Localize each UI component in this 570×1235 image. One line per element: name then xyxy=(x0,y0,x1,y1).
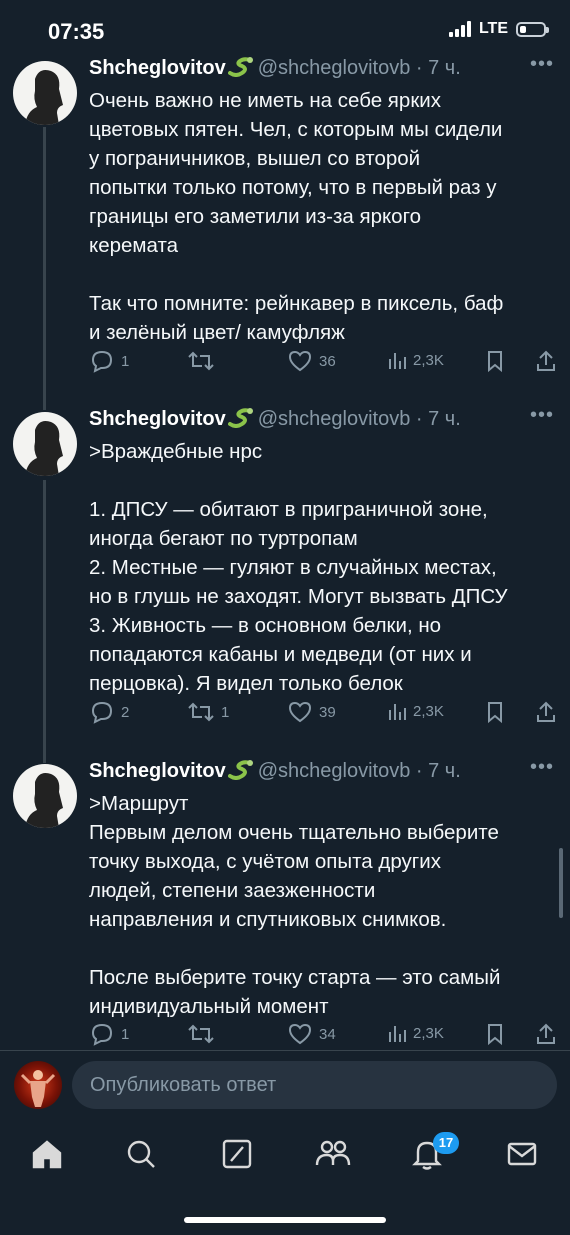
author-handle[interactable]: @shcheglovitovb xyxy=(258,760,411,782)
reply-composer: Опубликовать ответ xyxy=(0,1050,570,1123)
author-name[interactable]: Shcheglovitov xyxy=(89,408,226,430)
battery-icon xyxy=(516,21,549,37)
retweet-button[interactable] xyxy=(187,349,221,373)
grok-icon xyxy=(222,1139,252,1169)
home-icon xyxy=(32,1140,62,1169)
author-handle[interactable]: @shcheglovitovb xyxy=(258,57,411,79)
avatar[interactable] xyxy=(13,764,77,828)
status-indicators: LTE xyxy=(448,20,549,38)
share-button[interactable] xyxy=(535,700,557,724)
reply-input[interactable]: Опубликовать ответ xyxy=(72,1061,557,1109)
more-icon[interactable]: ••• xyxy=(530,404,554,427)
reply-button[interactable]: 1 xyxy=(89,349,129,373)
views-count: 2,3K xyxy=(413,351,444,369)
like-icon xyxy=(288,350,312,372)
status-bar: 07:35 LTE xyxy=(0,0,570,58)
snake-emoji-icon xyxy=(227,760,253,780)
retweet-icon xyxy=(188,1024,214,1044)
communities-tab[interactable] xyxy=(314,1137,352,1176)
views-icon xyxy=(389,704,406,720)
reply-count: 1 xyxy=(121,352,130,370)
tweet-time: · 7 ч. xyxy=(415,760,461,782)
avatar[interactable] xyxy=(13,412,77,476)
network-label: LTE xyxy=(478,20,508,37)
retweet-button[interactable]: 1 xyxy=(187,700,229,724)
signal-icon xyxy=(448,21,471,37)
search-tab[interactable] xyxy=(124,1137,158,1176)
more-icon[interactable]: ••• xyxy=(530,53,554,76)
like-icon xyxy=(288,1023,312,1045)
share-icon xyxy=(537,350,555,371)
search-icon xyxy=(127,1140,155,1168)
tweet-actions: 2 1 39 2,3K xyxy=(89,700,559,730)
tweet-time: · 7 ч. xyxy=(415,57,461,79)
retweet-icon xyxy=(188,351,214,371)
notifications-badge: 17 xyxy=(433,1132,459,1154)
reply-button[interactable]: 2 xyxy=(89,700,129,724)
retweet-button[interactable] xyxy=(187,1022,221,1046)
tweet-header: Shcheglovitov @shcheglovitovb · 7 ч. xyxy=(89,408,461,431)
views-icon xyxy=(389,1026,406,1042)
bottom-tab-bar xyxy=(0,1125,570,1185)
share-button[interactable] xyxy=(535,1022,557,1046)
share-icon xyxy=(537,701,555,722)
views-count: 2,3K xyxy=(413,1024,444,1042)
share-icon xyxy=(537,1023,555,1044)
like-button[interactable]: 39 xyxy=(287,700,336,724)
bookmark-button[interactable] xyxy=(485,700,505,724)
author-name[interactable]: Shcheglovitov xyxy=(89,57,226,79)
thread-line xyxy=(43,480,46,763)
scrollbar[interactable] xyxy=(559,848,563,918)
thread-line xyxy=(43,127,46,410)
views-button[interactable]: 2,3K xyxy=(387,1022,444,1044)
views-button[interactable]: 2,3K xyxy=(387,349,444,371)
tweet-text: >Враждебные нрс 1. ДПСУ — обитают в приг… xyxy=(89,440,508,695)
author-handle[interactable]: @shcheglovitovb xyxy=(258,408,411,430)
retweet-count: 1 xyxy=(221,703,230,721)
bookmark-icon xyxy=(488,702,502,724)
more-icon[interactable]: ••• xyxy=(530,756,554,779)
reply-count: 1 xyxy=(121,1025,130,1043)
tweet-time: · 7 ч. xyxy=(415,408,461,430)
home-indicator[interactable] xyxy=(184,1217,386,1223)
tweet-text: Очень важно не иметь на себе ярких цветов… xyxy=(89,89,504,344)
reply-icon xyxy=(91,350,113,373)
reply-count: 2 xyxy=(121,703,130,721)
views-count: 2,3K xyxy=(413,702,444,720)
snake-emoji-icon xyxy=(227,408,253,428)
reply-icon xyxy=(91,1023,113,1046)
bookmark-icon xyxy=(488,351,502,373)
tweet-header: Shcheglovitov @shcheglovitovb · 7 ч. xyxy=(89,57,461,80)
messages-tab[interactable] xyxy=(505,1137,539,1176)
share-button[interactable] xyxy=(535,349,557,373)
tweet-header: Shcheglovitov @shcheglovitovb · 7 ч. xyxy=(89,760,461,783)
like-count: 34 xyxy=(319,1025,336,1043)
tweet-actions: 1 36 2,3K xyxy=(89,349,559,379)
author-name[interactable]: Shcheglovitov xyxy=(89,760,226,782)
user-avatar[interactable] xyxy=(14,1061,62,1109)
home-tab[interactable] xyxy=(30,1137,64,1176)
reply-button[interactable]: 1 xyxy=(89,1022,129,1046)
like-icon xyxy=(288,701,312,723)
tweet-actions: 1 34 2,3K xyxy=(89,1022,559,1052)
bookmark-button[interactable] xyxy=(485,1022,505,1046)
snake-emoji-icon xyxy=(227,57,253,77)
like-button[interactable]: 34 xyxy=(287,1022,336,1046)
views-icon xyxy=(389,353,406,369)
bookmark-icon xyxy=(488,1024,502,1046)
like-button[interactable]: 36 xyxy=(287,349,336,373)
communities-icon xyxy=(315,1140,351,1166)
like-count: 36 xyxy=(319,352,336,370)
bookmark-button[interactable] xyxy=(485,349,505,373)
status-time: 07:35 xyxy=(48,19,105,44)
messages-icon xyxy=(507,1142,537,1166)
grok-tab[interactable] xyxy=(220,1137,254,1176)
avatar[interactable] xyxy=(13,61,77,125)
retweet-icon xyxy=(188,702,214,722)
like-count: 39 xyxy=(319,703,336,721)
tweet-text: >Маршрут Первым делом очень тщательно выб… xyxy=(89,792,501,1018)
reply-icon xyxy=(91,701,113,724)
views-button[interactable]: 2,3K xyxy=(387,700,444,722)
